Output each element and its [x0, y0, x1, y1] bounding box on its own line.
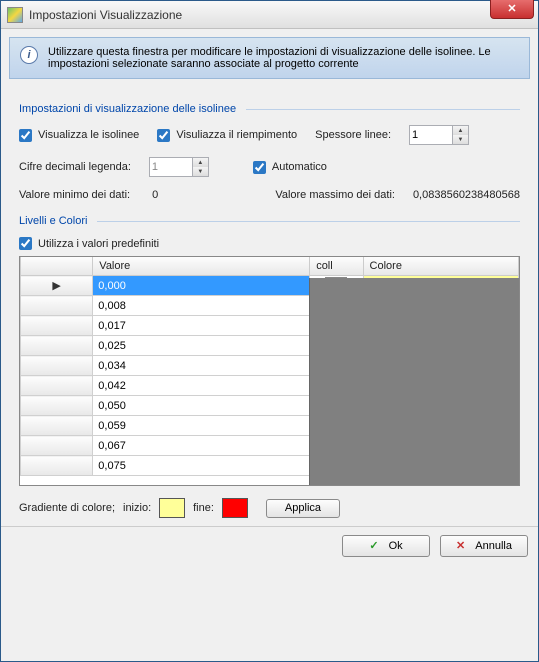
row-marker — [21, 456, 93, 476]
chevron-up-icon[interactable]: ▲ — [453, 126, 468, 135]
col-value[interactable]: Valore — [93, 257, 310, 276]
table-corner — [21, 257, 93, 276]
info-text: Utilizzare questa finestra per modificar… — [48, 46, 519, 70]
info-banner: i Utilizzare questa finestra per modific… — [9, 37, 530, 79]
auto-checkbox[interactable] — [253, 161, 266, 174]
auto-text: Automatico — [272, 161, 327, 173]
cancel-button[interactable]: ✕ Annulla — [440, 535, 528, 557]
row-marker: ▶ — [21, 276, 93, 296]
dialog-footer: ✓ Ok ✕ Annulla — [1, 526, 538, 565]
col-color[interactable]: Colore — [363, 257, 518, 276]
value-cell[interactable]: 0,050 — [93, 396, 310, 416]
titlebar: Impostazioni Visualizzazione ✕ — [1, 1, 538, 29]
value-cell[interactable]: 0,067 — [93, 436, 310, 456]
check-icon: ✓ — [369, 539, 378, 552]
chevron-down-icon[interactable]: ▼ — [453, 135, 468, 144]
row-marker — [21, 296, 93, 316]
show-isolines-text: Visualizza le isolinee — [38, 129, 139, 141]
min-value: 0 — [152, 189, 158, 201]
decimals-spinner: ▲▼ — [149, 157, 209, 177]
defaults-checkbox-label[interactable]: Utilizza i valori predefiniti — [19, 237, 520, 250]
row-marker — [21, 316, 93, 336]
window-title: Impostazioni Visualizzazione — [29, 8, 182, 22]
close-button[interactable]: ✕ — [490, 0, 534, 19]
thickness-spin-buttons[interactable]: ▲▼ — [453, 125, 469, 145]
x-icon: ✕ — [456, 539, 465, 552]
auto-checkbox-label[interactable]: Automatico — [253, 161, 327, 174]
show-fill-checkbox-label[interactable]: Visuliazza il riempimento — [157, 129, 297, 142]
decimals-input — [149, 157, 193, 177]
gradient-row: Gradiente di colore; inizio: fine: Appli… — [19, 498, 520, 518]
gradient-end-label: fine: — [193, 502, 214, 514]
col-coll[interactable]: coll — [310, 257, 363, 276]
thickness-spinner[interactable]: ▲▼ — [409, 125, 469, 145]
value-cell[interactable]: 0,034 — [93, 356, 310, 376]
decimals-spin-buttons: ▲▼ — [193, 157, 209, 177]
apply-button[interactable]: Applica — [266, 499, 340, 518]
content-area: i Utilizzare questa finestra per modific… — [1, 29, 538, 526]
show-fill-text: Visuliazza il riempimento — [176, 129, 297, 141]
row-marker — [21, 436, 93, 456]
show-fill-checkbox[interactable] — [157, 129, 170, 142]
value-cell[interactable]: 0,008 — [93, 296, 310, 316]
value-cell[interactable]: 0,042 — [93, 376, 310, 396]
row-marker — [21, 336, 93, 356]
ok-label: Ok — [389, 540, 403, 552]
max-value: 0,0838560238480568 — [413, 189, 520, 201]
gradient-end-swatch[interactable] — [222, 498, 248, 518]
value-cell[interactable]: 0,059 — [93, 416, 310, 436]
min-label: Valore minimo dei dati: — [19, 189, 130, 201]
row-marker — [21, 416, 93, 436]
group-isolines-title: Impostazioni di visualizzazione delle is… — [19, 103, 520, 115]
decimals-label: Cifre decimali legenda: — [19, 161, 131, 173]
levels-table-container: Valore coll Colore ▶0,000...0,008...0,01… — [19, 256, 520, 486]
chevron-down-icon: ▼ — [193, 167, 208, 176]
value-cell[interactable]: 0,025 — [93, 336, 310, 356]
chevron-up-icon: ▲ — [193, 158, 208, 167]
show-isolines-checkbox[interactable] — [19, 129, 32, 142]
value-cell[interactable]: 0,000 — [93, 276, 310, 296]
gradient-start-swatch[interactable] — [159, 498, 185, 518]
thickness-label: Spessore linee: — [315, 129, 391, 141]
form-area: Impostazioni di visualizzazione delle is… — [9, 79, 530, 518]
show-isolines-checkbox-label[interactable]: Visualizza le isolinee — [19, 129, 139, 142]
row-marker — [21, 376, 93, 396]
gradient-label: Gradiente di colore; — [19, 502, 115, 514]
thickness-input[interactable] — [409, 125, 453, 145]
ok-button[interactable]: ✓ Ok — [342, 535, 430, 557]
close-icon: ✕ — [507, 2, 516, 15]
dialog-window: Impostazioni Visualizzazione ✕ i Utilizz… — [0, 0, 539, 662]
gradient-start-label: inizio: — [123, 502, 151, 514]
defaults-checkbox[interactable] — [19, 237, 32, 250]
value-cell[interactable]: 0,017 — [93, 316, 310, 336]
group-levels-title: Livelli e Colori — [19, 215, 520, 227]
table-filler — [309, 278, 519, 485]
defaults-text: Utilizza i valori predefiniti — [38, 238, 159, 250]
row-marker — [21, 356, 93, 376]
info-icon: i — [20, 46, 38, 64]
value-cell[interactable]: 0,075 — [93, 456, 310, 476]
row-marker — [21, 396, 93, 416]
cancel-label: Annulla — [475, 540, 512, 552]
app-icon — [7, 7, 23, 23]
max-label: Valore massimo dei dati: — [275, 189, 395, 201]
